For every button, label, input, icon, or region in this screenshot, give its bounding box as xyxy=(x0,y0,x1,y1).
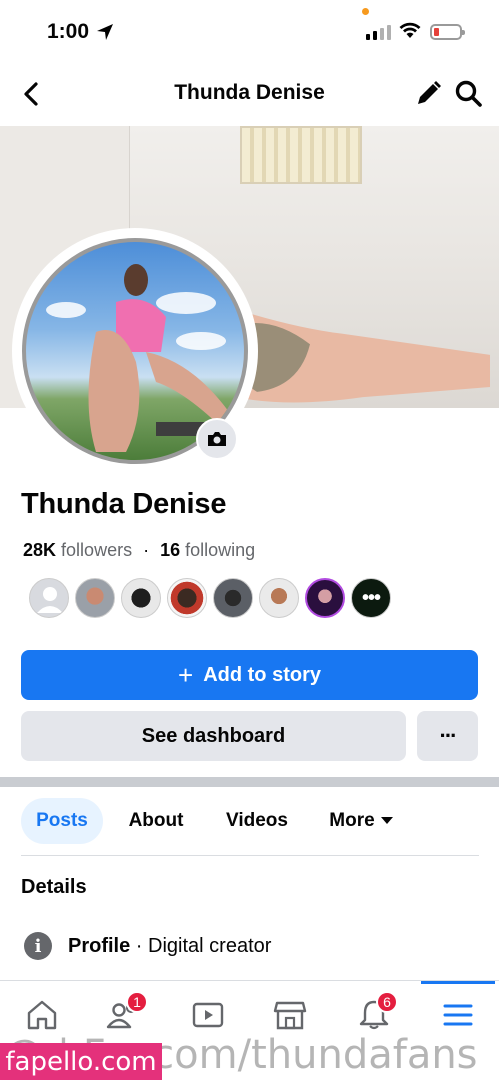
tab-videos[interactable]: Videos xyxy=(215,798,299,844)
followers-label: followers xyxy=(61,540,133,560)
ellipsis-icon: ··· xyxy=(439,723,458,748)
more-options-button[interactable]: ··· xyxy=(417,711,478,761)
pencil-edit-icon[interactable] xyxy=(413,79,443,109)
friend-avatar[interactable] xyxy=(75,578,115,618)
tab-about[interactable]: About xyxy=(117,798,195,844)
profile-tabs: Posts About Videos More xyxy=(21,798,479,846)
following-label: following xyxy=(185,540,256,560)
info-icon: i xyxy=(24,932,52,960)
friend-avatar[interactable] xyxy=(29,578,69,618)
nav-marketplace[interactable] xyxy=(270,997,310,1033)
follow-counts[interactable]: 28K followers · 16 following xyxy=(23,540,255,561)
home-icon xyxy=(27,1000,57,1030)
nav-watch[interactable] xyxy=(188,997,228,1033)
add-to-story-button[interactable]: + Add to story xyxy=(21,650,478,700)
add-to-story-label: Add to story xyxy=(203,663,321,686)
nav-friends[interactable]: 1 xyxy=(104,991,148,1033)
detail-profile-value: · Digital creator xyxy=(130,934,272,957)
tab-more-label: More xyxy=(329,810,375,831)
following-count: 16 xyxy=(160,540,181,560)
profile-name: Thunda Denise xyxy=(21,488,227,520)
nav-home[interactable] xyxy=(22,997,62,1033)
active-tab-indicator xyxy=(421,981,495,984)
friend-avatar[interactable] xyxy=(213,578,253,618)
profile-header: Thunda Denise xyxy=(0,62,499,126)
more-friends-button[interactable]: ••• xyxy=(351,578,391,618)
status-time: 1:00 xyxy=(47,20,90,43)
followers-count: 28K xyxy=(23,540,57,560)
camera-icon xyxy=(208,432,226,446)
friends-badge: 1 xyxy=(126,991,148,1013)
friend-avatar[interactable] xyxy=(121,578,161,618)
default-user-icon xyxy=(37,587,63,613)
battery-icon xyxy=(430,24,465,40)
tabs-divider xyxy=(21,855,479,856)
watch-icon xyxy=(192,1002,224,1028)
tab-more[interactable]: More xyxy=(321,798,401,844)
nav-notifications[interactable]: 6 xyxy=(354,991,398,1033)
notifications-badge: 6 xyxy=(376,991,398,1013)
tab-posts[interactable]: Posts xyxy=(21,798,103,844)
see-dashboard-label: See dashboard xyxy=(141,724,286,747)
location-arrow-icon xyxy=(97,24,113,40)
nav-menu[interactable] xyxy=(438,997,478,1033)
search-icon[interactable] xyxy=(454,79,484,109)
more-dots-icon: ••• xyxy=(361,586,381,609)
details-heading: Details xyxy=(21,876,87,898)
marketplace-icon xyxy=(273,1001,307,1030)
plus-icon: + xyxy=(178,660,194,690)
profile-camera-button[interactable] xyxy=(196,418,238,460)
detail-profile-label: Profile xyxy=(68,934,131,957)
detail-profile-row: i Profile · Digital creator xyxy=(24,932,271,960)
privacy-indicator-dot xyxy=(362,8,369,15)
menu-icon xyxy=(443,1004,473,1026)
friend-avatar[interactable] xyxy=(167,578,207,618)
wifi-icon xyxy=(399,22,421,38)
friend-avatar[interactable] xyxy=(305,578,345,618)
caret-down-icon xyxy=(380,817,393,824)
friend-avatar[interactable] xyxy=(259,578,299,618)
friends-avatars[interactable]: ••• xyxy=(29,578,391,618)
section-divider xyxy=(0,777,499,787)
watermark-badge: fapello.com xyxy=(0,1043,162,1080)
cellular-signal-icon xyxy=(366,25,391,40)
status-bar: 1:00 xyxy=(0,0,499,62)
counts-separator: · xyxy=(143,540,150,560)
see-dashboard-button[interactable]: See dashboard xyxy=(21,711,406,761)
